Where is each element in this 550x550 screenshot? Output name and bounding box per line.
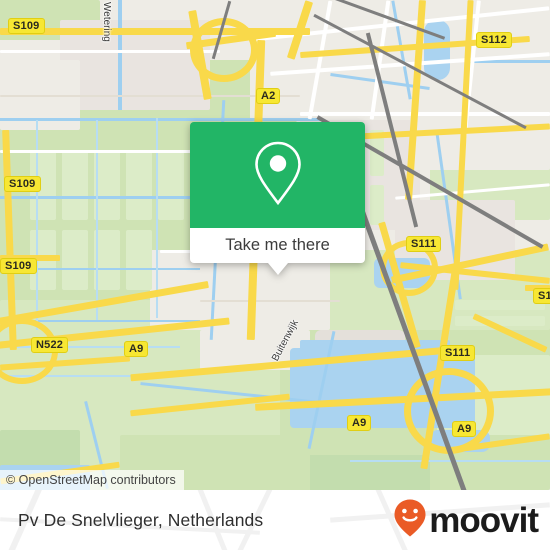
moovit-wordmark: moovit [429, 500, 539, 540]
road-shield: S11 [533, 288, 550, 304]
street-label: Buitenwijk [270, 318, 301, 364]
map-screenshot: S109S112A2S109S111S11S109N522A9S111A9A9 … [0, 0, 550, 550]
road-shield: A9 [124, 341, 149, 357]
map-pin-icon [250, 137, 306, 214]
road-shield: A9 [452, 421, 477, 437]
road-shield: A9 [347, 415, 372, 431]
osm-attribution[interactable]: © OpenStreetMap contributors [0, 470, 184, 490]
road-shield: S109 [0, 258, 37, 274]
location-callout-card[interactable]: Take me there [190, 122, 365, 275]
footer-bar: Pv De Snelvlieger, Netherlands moovit [0, 490, 550, 550]
road-shield: S109 [8, 18, 45, 34]
moovit-logo[interactable]: moovit [393, 490, 539, 550]
road-shield: N522 [31, 337, 69, 353]
road-shield: S111 [406, 236, 442, 252]
card-header [190, 122, 365, 228]
street-label: Wetering [101, 2, 112, 42]
road-shield: S109 [4, 176, 41, 192]
road-shield: S112 [476, 32, 512, 48]
road-shield: A2 [256, 88, 281, 104]
moovit-smiley-pin-icon [393, 498, 427, 543]
road-shield: S111 [440, 345, 476, 361]
take-me-there-button[interactable]: Take me there [190, 228, 365, 263]
location-title: Pv De Snelvlieger, Netherlands [18, 509, 264, 530]
take-me-there-label: Take me there [225, 236, 330, 254]
card-pointer-tail [267, 263, 288, 275]
